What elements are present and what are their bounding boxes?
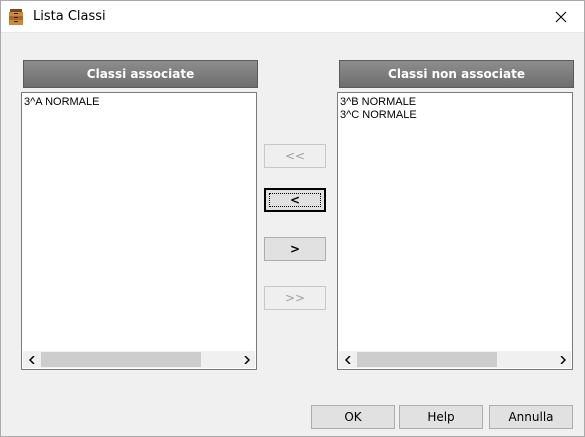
ok-button[interactable]: OK [311, 405, 395, 429]
cancel-button[interactable]: Annulla [489, 405, 573, 429]
add-one-button[interactable]: < [264, 188, 326, 212]
window-title: Lista Classi [33, 9, 106, 24]
title-bar: Lista Classi [1, 1, 584, 33]
scroll-left-button[interactable] [23, 351, 40, 368]
scrollbar-thumb[interactable] [41, 352, 201, 367]
unassociated-classes-list[interactable]: 3^B NORMALE 3^C NORMALE [337, 92, 573, 370]
close-icon [555, 11, 567, 22]
scroll-right-button[interactable] [554, 351, 571, 368]
list-item[interactable]: 3^A NORMALE [24, 96, 254, 109]
remove-one-button[interactable]: > [264, 237, 326, 261]
list-item[interactable]: 3^C NORMALE [340, 109, 570, 122]
add-all-button[interactable]: << [264, 144, 326, 168]
scrollbar-thumb[interactable] [357, 352, 497, 367]
remove-all-button[interactable]: >> [264, 286, 326, 310]
chevron-right-icon [559, 355, 566, 364]
close-button[interactable] [538, 1, 584, 32]
associated-classes-header: Classi associate [23, 60, 258, 88]
scroll-right-button[interactable] [238, 351, 255, 368]
chevron-left-icon [28, 355, 35, 364]
unassociated-classes-header: Classi non associate [339, 60, 574, 88]
chevron-right-icon [243, 355, 250, 364]
dialog-window: Lista Classi Classi associate 3^A NORMAL… [0, 0, 585, 437]
help-button[interactable]: Help [399, 405, 483, 429]
associated-classes-list[interactable]: 3^A NORMALE [21, 92, 257, 370]
horizontal-scrollbar[interactable] [23, 351, 255, 368]
horizontal-scrollbar[interactable] [339, 351, 571, 368]
scroll-left-button[interactable] [339, 351, 356, 368]
list-item[interactable]: 3^B NORMALE [340, 96, 570, 109]
archive-cabinet-icon [9, 9, 23, 25]
chevron-left-icon [344, 355, 351, 364]
